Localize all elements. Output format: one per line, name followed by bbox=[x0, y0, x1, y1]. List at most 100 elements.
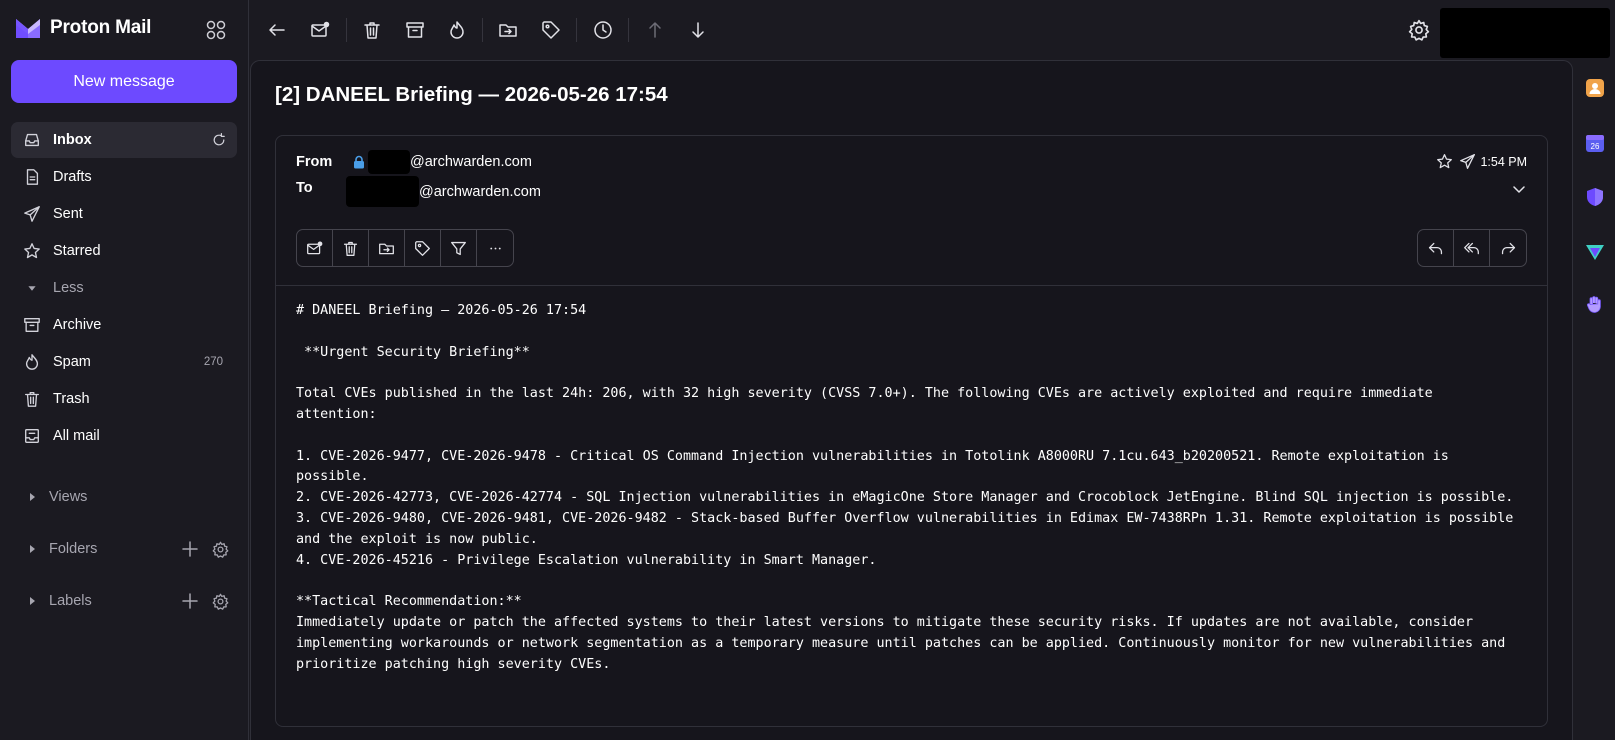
folder-settings-icon[interactable] bbox=[212, 541, 229, 558]
drive-triangle-app-icon[interactable] bbox=[1585, 242, 1605, 262]
sidebar-section-folders[interactable]: Folders bbox=[11, 533, 237, 565]
sidebar-item-label: Starred bbox=[53, 243, 101, 259]
sidebar-item-archive[interactable]: Archive bbox=[11, 307, 237, 343]
message-actions-group bbox=[296, 229, 514, 267]
sidebar-section-views[interactable]: Views bbox=[11, 481, 237, 513]
toolbar-separator bbox=[576, 18, 577, 42]
sender-address[interactable]: @archwarden.com bbox=[368, 150, 532, 174]
filter-button[interactable] bbox=[441, 230, 477, 266]
logo-row: Proton Mail bbox=[14, 16, 238, 44]
all-mail-icon bbox=[25, 429, 39, 443]
previous-message-arrow-icon[interactable] bbox=[645, 20, 665, 40]
section-label: Folders bbox=[49, 541, 98, 557]
svg-text:26: 26 bbox=[1591, 142, 1600, 151]
move-to-folder-icon[interactable] bbox=[498, 20, 518, 40]
section-label: Labels bbox=[49, 593, 92, 609]
sender-name-redacted bbox=[368, 150, 410, 174]
label-settings-icon[interactable] bbox=[212, 593, 229, 610]
logo-text: Proton Mail bbox=[50, 17, 152, 38]
label-button[interactable] bbox=[405, 230, 441, 266]
sidebar-toggle-less[interactable]: Less bbox=[11, 270, 237, 306]
account-menu-redacted[interactable] bbox=[1440, 8, 1610, 58]
apps-grid-button[interactable] bbox=[204, 18, 228, 42]
encryption-lock-icon[interactable] bbox=[352, 155, 366, 169]
sent-icon bbox=[24, 206, 40, 222]
reply-actions-group bbox=[1417, 229, 1527, 267]
new-message-button[interactable]: New message bbox=[11, 60, 237, 103]
proton-logo-icon bbox=[16, 19, 40, 38]
trash-icon bbox=[25, 392, 39, 407]
drafts-icon bbox=[26, 169, 39, 185]
next-message-arrow-icon[interactable] bbox=[688, 20, 708, 40]
message-body: # DANEEL Briefing — 2026-05-26 17:54 **U… bbox=[296, 303, 1514, 672]
sidebar: Proton Mail New message Inbox Drafts Sen… bbox=[0, 0, 249, 740]
wave-hand-app-icon[interactable] bbox=[1585, 295, 1605, 315]
sidebar-item-spam[interactable]: Spam 270 bbox=[11, 344, 237, 380]
chevron-down-icon[interactable] bbox=[1511, 181, 1527, 197]
sidebar-section-labels[interactable]: Labels bbox=[11, 585, 237, 617]
refresh-icon[interactable] bbox=[211, 132, 227, 148]
reply-button[interactable] bbox=[1418, 230, 1454, 266]
recipient-address[interactable]: @archwarden.com bbox=[346, 176, 541, 207]
caret-right-icon bbox=[30, 545, 35, 553]
star-icon bbox=[24, 243, 40, 259]
settings-gear-icon[interactable] bbox=[1408, 19, 1430, 41]
sidebar-item-all-mail[interactable]: All mail bbox=[11, 418, 237, 454]
trash-button[interactable] bbox=[333, 230, 369, 266]
star-icon[interactable] bbox=[1436, 153, 1453, 170]
more-options-button[interactable] bbox=[477, 230, 513, 266]
archive-icon[interactable] bbox=[405, 20, 425, 40]
message-card: From @archwarden.com To @archwarden.com … bbox=[275, 135, 1548, 727]
toolbar-separator bbox=[628, 18, 629, 42]
add-folder-icon[interactable] bbox=[181, 540, 199, 558]
toolbar-separator bbox=[482, 18, 483, 42]
sidebar-item-starred[interactable]: Starred bbox=[11, 233, 237, 269]
forward-icon bbox=[1501, 242, 1515, 254]
apps-grid-icon bbox=[206, 20, 226, 40]
archive-icon bbox=[24, 318, 40, 332]
mark-unread-icon bbox=[307, 240, 323, 254]
to-label: To bbox=[296, 180, 313, 196]
sidebar-item-label: Drafts bbox=[53, 169, 92, 185]
label-tag-icon[interactable] bbox=[541, 20, 561, 40]
message-pane: [2] DANEEL Briefing — 2026-05-26 17:54 F… bbox=[250, 60, 1573, 740]
header-divider bbox=[276, 285, 1547, 286]
caret-right-icon bbox=[30, 597, 35, 605]
label-tag-icon bbox=[415, 240, 430, 256]
proton-mail-logo[interactable]: Proton Mail bbox=[14, 16, 151, 40]
reply-all-button[interactable] bbox=[1454, 230, 1490, 266]
sidebar-item-label: Spam bbox=[53, 354, 91, 370]
spam-icon[interactable] bbox=[447, 20, 467, 40]
inbox-icon bbox=[25, 133, 39, 147]
trash-icon[interactable] bbox=[362, 20, 382, 40]
back-arrow-icon[interactable] bbox=[267, 20, 287, 40]
message-meta: 1:54 PM bbox=[1430, 153, 1527, 170]
reply-all-icon bbox=[1464, 242, 1479, 254]
sidebar-item-label: Archive bbox=[53, 317, 102, 333]
sidebar-item-label: All mail bbox=[53, 428, 100, 444]
recipient-domain: @archwarden.com bbox=[419, 183, 541, 200]
message-time: 1:54 PM bbox=[1480, 154, 1527, 169]
caret-right-icon bbox=[30, 493, 35, 501]
trash-icon bbox=[343, 241, 358, 256]
mark-unread-button[interactable] bbox=[297, 230, 333, 266]
sidebar-item-label: Sent bbox=[53, 206, 83, 222]
snooze-clock-icon[interactable] bbox=[593, 20, 613, 40]
add-label-icon[interactable] bbox=[181, 592, 199, 610]
sidebar-item-drafts[interactable]: Drafts bbox=[11, 159, 237, 195]
forward-button[interactable] bbox=[1490, 230, 1526, 266]
filter-funnel-icon bbox=[451, 241, 466, 255]
sidebar-item-sent[interactable]: Sent bbox=[11, 196, 237, 232]
calendar-app-icon[interactable]: 26 bbox=[1585, 133, 1605, 153]
contacts-app-icon[interactable] bbox=[1585, 78, 1605, 98]
message-subject: [2] DANEEL Briefing — 2026-05-26 17:54 bbox=[275, 83, 668, 106]
mark-unread-icon[interactable] bbox=[310, 20, 330, 40]
recipient-name-redacted bbox=[346, 176, 419, 207]
spam-count-badge: 270 bbox=[203, 356, 223, 368]
sidebar-item-trash[interactable]: Trash bbox=[11, 381, 237, 417]
vpn-shield-app-icon[interactable] bbox=[1585, 187, 1605, 207]
move-button[interactable] bbox=[369, 230, 405, 266]
spam-icon bbox=[25, 354, 39, 370]
sidebar-item-inbox[interactable]: Inbox bbox=[11, 122, 237, 158]
caret-down-icon bbox=[28, 286, 36, 291]
